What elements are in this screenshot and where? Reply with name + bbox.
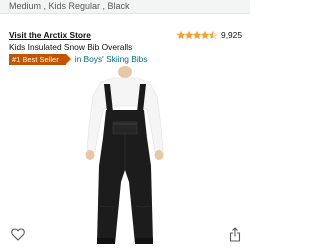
badge-row: #1 Best Seller in Boys' Skiing Bibs [9, 53, 148, 65]
star-icon [185, 31, 194, 39]
variant-selection: Medium , Kids Regular , Black [9, 1, 130, 11]
star-icon [201, 31, 210, 39]
face-shape [118, 66, 132, 78]
variant-bar[interactable]: Medium , Kids Regular , Black [0, 0, 250, 14]
star-icon [193, 31, 202, 39]
product-title: Kids Insulated Snow Bib Overalls [9, 42, 133, 52]
star-rating [177, 31, 218, 39]
product-image[interactable] [79, 66, 171, 250]
heart-icon[interactable] [11, 228, 25, 241]
share-icon[interactable] [229, 227, 241, 242]
star-icon [177, 31, 186, 39]
left-hand [85, 150, 95, 160]
best-seller-badge[interactable]: #1 Best Seller [9, 53, 71, 65]
right-hand [154, 150, 164, 160]
store-link[interactable]: Visit the Arctix Store [9, 30, 91, 40]
rating[interactable]: 9,925 [177, 29, 242, 41]
category-link[interactable]: in Boys' Skiing Bibs [75, 54, 148, 64]
half-star-icon [209, 31, 218, 39]
review-count[interactable]: 9,925 [221, 30, 242, 40]
right-cuff [135, 238, 153, 244]
left-cuff [97, 238, 115, 244]
